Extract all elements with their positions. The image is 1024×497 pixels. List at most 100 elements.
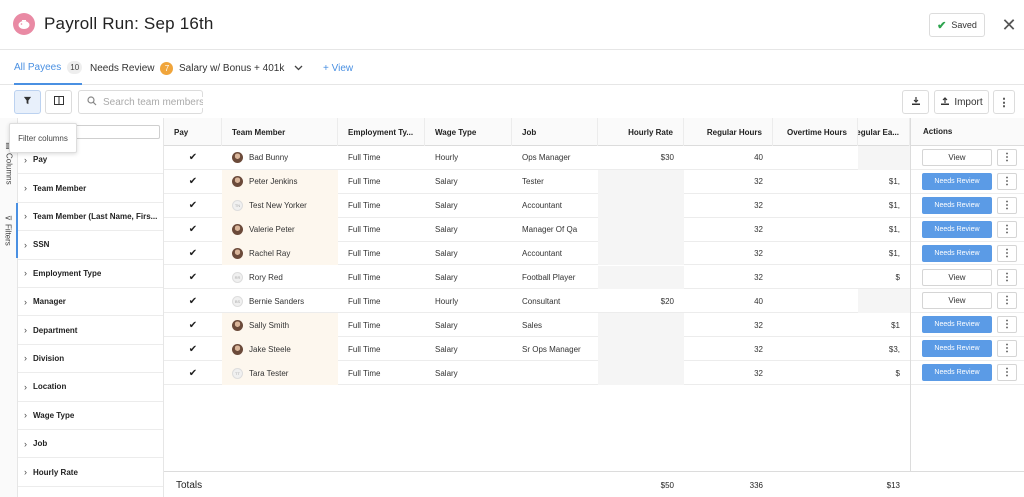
kebab-icon[interactable]: ⋮: [997, 268, 1017, 286]
download-button[interactable]: [902, 90, 929, 114]
table-row[interactable]: ✔ RR Rory Red Full Time Salary Football Playe…: [164, 265, 1024, 290]
team-member-cell: BS Bernie Sanders: [222, 289, 338, 313]
team-member-cell: Bad Bunny: [222, 146, 338, 170]
table-header: Pay Team Member Employment Ty... Wage Type J…: [164, 118, 1024, 146]
column-header-overtime[interactable]: Overtime Hours: [773, 118, 858, 146]
team-member-cell: Peter Jenkins: [222, 169, 338, 194]
table-row[interactable]: ✔ Valerie Peter Full Time Salary Manager Of …: [164, 217, 1024, 242]
tab-all-payees[interactable]: All Payees 10: [14, 51, 83, 85]
needs-review-button[interactable]: Needs Review: [922, 364, 992, 382]
table-row[interactable]: ✔ Bad Bunny Full Time Hourly Ops Manager $30 4…: [164, 146, 1024, 170]
job-cell: Sales: [522, 320, 543, 330]
columns-button[interactable]: [45, 90, 72, 114]
chevron-right-icon: ›: [24, 183, 27, 194]
needs-review-button[interactable]: Needs Review: [922, 220, 992, 238]
wage-cell: Salary: [435, 368, 458, 378]
needs-review-button[interactable]: Needs Review: [922, 316, 992, 334]
table-row[interactable]: ✔ TT Tara Tester Full Time Salary 32 $: [164, 361, 1024, 385]
add-view-link[interactable]: + View: [323, 51, 353, 85]
rate-cell: [598, 193, 684, 218]
action-row: View ⋮: [911, 266, 1024, 290]
kebab-icon[interactable]: ⋮: [997, 220, 1017, 238]
view-button[interactable]: View: [922, 292, 992, 310]
action-row: Needs Review ⋮: [911, 337, 1024, 362]
tab-salary-bonus-401k[interactable]: Salary w/ Bonus + 401k: [179, 51, 303, 85]
overtime-cell: [773, 170, 858, 194]
hours-cell: 32: [754, 225, 763, 235]
team-member-cell: Rachel Ray: [222, 241, 338, 266]
needs-review-button[interactable]: Needs Review: [922, 196, 992, 214]
close-icon[interactable]: ✕: [999, 13, 1019, 37]
filter-field-row[interactable]: › Manager: [18, 288, 163, 317]
totals-row: Totals $50 336 $13: [164, 471, 1024, 497]
chevron-right-icon: ›: [24, 239, 27, 250]
kebab-icon[interactable]: ⋮: [997, 172, 1017, 190]
table-row[interactable]: ✔ TN Test New Yorker Full Time Salary Account…: [164, 193, 1024, 218]
filter-field-row[interactable]: › Wage Type: [18, 402, 163, 430]
employment-cell: Full Time: [348, 296, 381, 306]
table-row[interactable]: ✔ Rachel Ray Full Time Salary Accountant 32 $1…: [164, 241, 1024, 266]
column-header-job[interactable]: Job: [512, 118, 598, 146]
wage-cell: Salary: [435, 344, 458, 354]
column-header-wage[interactable]: Wage Type: [425, 118, 512, 146]
kebab-icon[interactable]: ⋮: [997, 196, 1017, 214]
filter-field-row[interactable]: › Hourly Rate: [18, 458, 163, 487]
job-cell: Accountant: [522, 201, 563, 211]
search-input[interactable]: [103, 96, 203, 108]
column-header-hours[interactable]: Regular Hours: [684, 118, 773, 146]
team-member-cell: Valerie Peter: [222, 217, 338, 242]
piggy-bank-icon: [13, 13, 35, 35]
job-cell: Sr Ops Manager: [522, 344, 581, 354]
chevron-down-icon[interactable]: [294, 63, 303, 73]
column-header-employment[interactable]: Employment Ty...: [338, 118, 425, 146]
filter-field-row[interactable]: › Team Member: [18, 174, 163, 203]
rate-cell: [598, 217, 684, 242]
filter-field-row[interactable]: › Location: [18, 373, 163, 402]
needs-review-button[interactable]: Needs Review: [922, 340, 992, 358]
filter-field-row[interactable]: › Department: [18, 316, 163, 345]
filter-field-row[interactable]: › Employment Type: [18, 260, 163, 288]
team-member-name: Test New Yorker: [249, 201, 307, 211]
filters-side-tab[interactable]: ⊽ Filters: [0, 203, 18, 258]
view-button[interactable]: View: [922, 149, 992, 166]
table-row[interactable]: ✔ Sally Smith Full Time Salary Sales 32 $1: [164, 313, 1024, 338]
avatar: [232, 176, 243, 188]
filter-field-row[interactable]: › Division: [18, 345, 163, 374]
kebab-icon[interactable]: ⋮: [997, 364, 1017, 382]
wage-cell: Salary: [435, 249, 458, 259]
view-button[interactable]: View: [922, 268, 992, 286]
rate-cell: $30: [660, 153, 674, 163]
table-row[interactable]: ✔ Jake Steele Full Time Salary Sr Ops Manage…: [164, 337, 1024, 362]
kebab-icon[interactable]: ⋮: [997, 340, 1017, 358]
kebab-icon[interactable]: ⋮: [997, 316, 1017, 334]
filter-field-row[interactable]: › SSN: [18, 231, 163, 260]
earnings-cell: $: [895, 272, 900, 282]
kebab-icon[interactable]: ⋮: [997, 244, 1017, 262]
column-header-pay[interactable]: Pay: [164, 118, 222, 146]
column-header-name[interactable]: Team Member: [222, 118, 338, 146]
needs-review-button[interactable]: Needs Review: [922, 172, 992, 190]
pay-check-icon: ✔: [188, 295, 198, 307]
filter-field-label: Team Member (Last Name, Firs...: [33, 211, 158, 221]
table-row[interactable]: ✔ Peter Jenkins Full Time Salary Tester 32 $1,: [164, 169, 1024, 194]
needs-review-button[interactable]: Needs Review: [922, 244, 992, 262]
more-options-button[interactable]: ⋮: [993, 90, 1015, 114]
saved-button[interactable]: ✔ Saved: [929, 13, 985, 37]
kebab-icon[interactable]: ⋮: [997, 292, 1017, 310]
tab-label: Needs Review: [90, 62, 155, 74]
filter-button[interactable]: [14, 90, 41, 114]
import-button[interactable]: Import: [934, 90, 989, 114]
pay-check-icon: ✔: [188, 248, 198, 260]
kebab-icon[interactable]: ⋮: [997, 149, 1017, 166]
action-row: Needs Review ⋮: [911, 218, 1024, 242]
column-header-rate[interactable]: Hourly Rate: [598, 118, 684, 146]
filter-field-row[interactable]: › Team Member (Last Name, Firs...: [18, 203, 163, 232]
table-row[interactable]: ✔ BS Bernie Sanders Full Time Hourly Consulta…: [164, 289, 1024, 314]
team-member-cell: TN Test New Yorker: [222, 193, 338, 218]
tab-needs-review[interactable]: Needs Review 7: [90, 51, 174, 85]
filter-field-row[interactable]: › Job: [18, 430, 163, 459]
download-icon: [911, 96, 921, 109]
saved-label: Saved: [951, 20, 977, 30]
column-header-earnings[interactable]: Regular Ea...: [858, 118, 910, 146]
job-cell: Accountant: [522, 249, 563, 259]
